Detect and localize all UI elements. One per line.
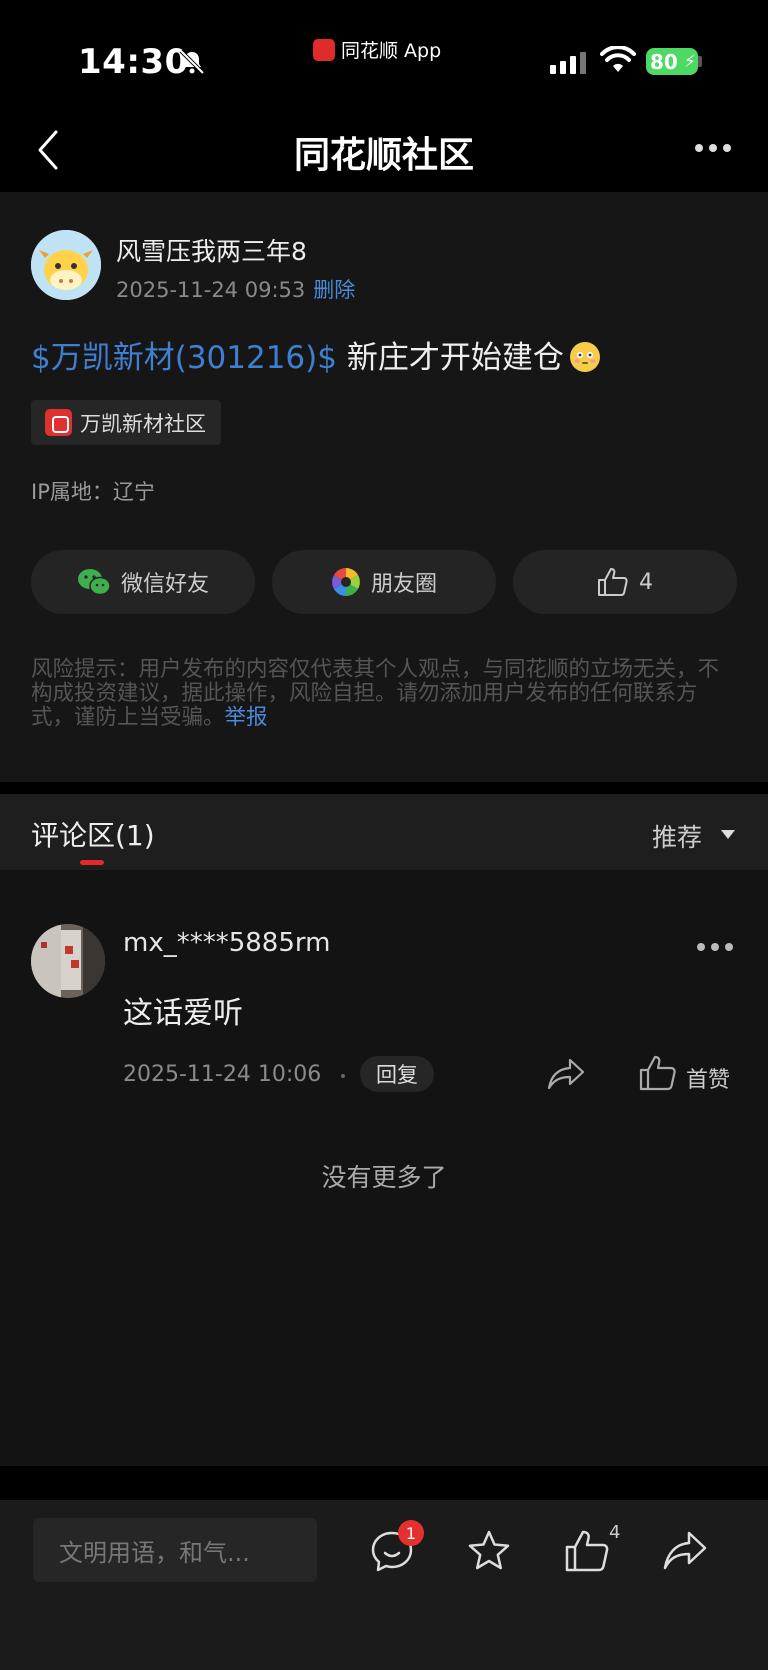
nav-bar: 同花顺社区 <box>0 110 768 192</box>
author-avatar[interactable] <box>31 230 101 300</box>
status-time: 14:30 <box>78 42 189 82</box>
comment-thumbs-up-icon[interactable] <box>638 1054 676 1092</box>
bell-off-icon <box>179 49 205 75</box>
bottom-share-icon[interactable] <box>662 1528 708 1574</box>
share-wechat-label: 微信好友 <box>120 572 209 597</box>
post-card: 风雪压我两三年8 2025-11-24 09:53 删除 $万凯新材(301216… <box>0 192 768 782</box>
stock-link[interactable]: $万凯新材(301216)$ <box>31 340 337 376</box>
share-moments-button[interactable]: 朋友圈 <box>272 550 496 614</box>
star-icon[interactable] <box>466 1528 512 1574</box>
like-button[interactable]: 4 <box>513 550 737 614</box>
wifi-icon <box>600 46 636 72</box>
comments-header: 评论区(1) 推荐 <box>0 794 768 870</box>
bottom-thumbs-up-icon[interactable] <box>564 1528 610 1574</box>
community-tag-label: 万凯新材社区 <box>80 411 206 436</box>
comment-input[interactable]: 文明用语，和气... <box>33 1518 317 1582</box>
cellular-signal-icon <box>550 52 586 74</box>
cow-avatar-icon <box>31 230 101 300</box>
bottom-bar: 文明用语，和气... 1 4 <box>0 1500 768 1670</box>
report-link[interactable]: 举报 <box>225 705 268 730</box>
risk-notice-text: 风险提示：用户发布的内容仅代表其个人观点，与同花顺的立场无关，不构成投资建议，据… <box>31 657 720 730</box>
status-app-indicator[interactable]: 同花顺 App <box>313 36 441 63</box>
comments-list: mx_****5885rm 这话爱听 2025-11-24 10:06 回复 首… <box>0 870 768 1466</box>
commenter-avatar[interactable] <box>31 924 105 998</box>
post-text: 新庄才开始建仓 <box>336 340 564 376</box>
author-name[interactable]: 风雪压我两三年8 <box>116 232 307 268</box>
charging-bolt-icon: ⚡ <box>684 52 696 72</box>
battery-level: 80 <box>650 49 678 74</box>
app-badge-icon <box>313 38 335 61</box>
delete-link[interactable]: 删除 <box>313 278 355 302</box>
sort-dropdown[interactable]: 推荐 <box>652 818 702 854</box>
share-row: 微信好友 朋友圈 4 <box>31 550 738 614</box>
share-wechat-button[interactable]: 微信好友 <box>31 550 255 614</box>
reply-button[interactable]: 回复 <box>360 1056 434 1092</box>
share-moments-label: 朋友圈 <box>370 572 437 597</box>
bottom-like-count: 4 <box>609 1522 621 1543</box>
ip-location: IP属地：辽宁 <box>31 480 155 504</box>
wechat-icon <box>77 569 111 596</box>
comment-count-badge: 1 <box>398 1520 424 1546</box>
thumbs-up-icon <box>598 568 628 596</box>
comments-tab-indicator <box>80 860 104 865</box>
comment-more-icon[interactable] <box>697 943 733 951</box>
comment-like-label[interactable]: 首赞 <box>686 1062 730 1094</box>
flushed-face-emoji-icon <box>569 342 600 372</box>
comment-time: 2025-11-24 10:06 <box>123 1062 322 1087</box>
page-title: 同花顺社区 <box>293 135 474 176</box>
photo-avatar-icon <box>31 924 105 998</box>
risk-notice: 风险提示：用户发布的内容仅代表其个人观点，与同花顺的立场无关，不构成投资建议，据… <box>31 658 739 730</box>
no-more-text: 没有更多了 <box>321 1163 447 1192</box>
share-icon[interactable] <box>546 1056 586 1092</box>
status-bar: 14:30 同花顺 App 80 ⚡ <box>0 0 768 110</box>
comment-text: 这话爱听 <box>123 996 243 1031</box>
like-count: 4 <box>639 569 653 595</box>
community-icon <box>45 409 72 436</box>
community-tag[interactable]: 万凯新材社区 <box>31 400 221 445</box>
post-content: $万凯新材(301216)$ 新庄才开始建仓 <box>31 332 600 377</box>
post-time: 2025-11-24 09:53 <box>116 278 306 302</box>
separator-dot <box>341 1074 345 1078</box>
moments-icon <box>332 568 360 596</box>
caret-down-icon[interactable] <box>721 830 735 839</box>
battery-cap <box>698 56 702 67</box>
comments-title[interactable]: 评论区(1) <box>31 814 155 854</box>
commenter-name[interactable]: mx_****5885rm <box>123 928 330 958</box>
status-app-label: 同花顺 App <box>341 40 442 62</box>
more-icon[interactable] <box>695 144 731 152</box>
post-meta: 2025-11-24 09:53 删除 <box>116 274 355 304</box>
